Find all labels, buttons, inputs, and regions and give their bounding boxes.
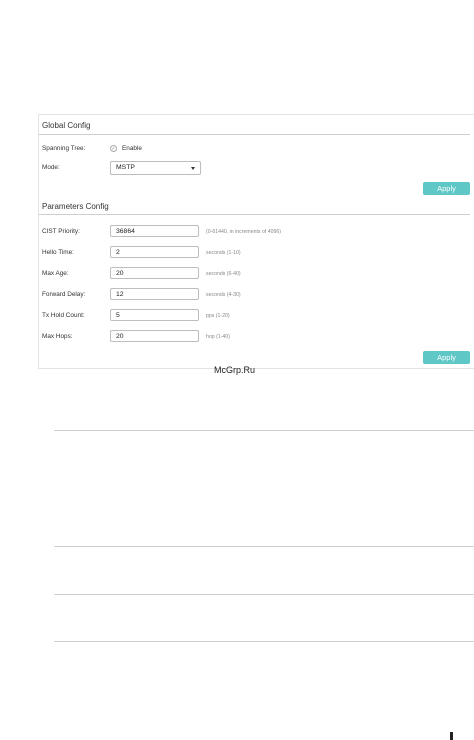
max-hops-label: Max Hops: (42, 333, 73, 340)
tx-hold-count-input[interactable] (110, 309, 199, 321)
page-corner-mark (450, 732, 453, 740)
max-age-field[interactable] (116, 268, 198, 279)
page-divider-4 (54, 641, 474, 642)
global-config-title: Global Config (42, 121, 91, 130)
hello-time-field[interactable] (116, 247, 198, 258)
global-config-divider (39, 134, 470, 135)
parameters-apply-button[interactable]: Apply (423, 351, 470, 364)
spanning-tree-label: Spanning Tree: (42, 145, 86, 152)
parameters-config-divider (39, 214, 470, 215)
forward-delay-input[interactable] (110, 288, 199, 300)
check-icon: ✓ (111, 145, 116, 152)
watermark: McGrp.Ru (214, 365, 256, 375)
cist-priority-label: CIST Priority: (42, 228, 80, 235)
cist-priority-field[interactable] (116, 226, 198, 237)
max-age-input[interactable] (110, 267, 199, 279)
mode-select-value: MSTP (116, 164, 135, 171)
forward-delay-hint: seconds (4-30) (206, 292, 241, 298)
forward-delay-field[interactable] (116, 289, 198, 300)
cist-priority-input[interactable] (110, 225, 199, 237)
max-age-hint: seconds (6-40) (206, 271, 241, 277)
page-divider-3 (54, 594, 474, 595)
page-divider-1 (54, 430, 474, 431)
parameters-config-title: Parameters Config (42, 202, 109, 211)
max-hops-hint: hop (1-40) (206, 334, 230, 340)
mode-select[interactable]: MSTP (110, 161, 201, 175)
config-panel (38, 114, 474, 369)
page-divider-2 (54, 546, 474, 547)
chevron-down-icon (191, 167, 195, 170)
max-hops-field[interactable] (116, 331, 198, 342)
hello-time-label: Hello Time: (42, 249, 74, 256)
tx-hold-count-label: Tx Hold Count: (42, 312, 85, 319)
enable-label: Enable (122, 145, 142, 152)
global-apply-button[interactable]: Apply (423, 182, 470, 195)
max-age-label: Max Age: (42, 270, 69, 277)
hello-time-hint: seconds (1-10) (206, 250, 241, 256)
hello-time-input[interactable] (110, 246, 199, 258)
max-hops-input[interactable] (110, 330, 199, 342)
mode-label: Mode: (42, 164, 60, 171)
forward-delay-label: Forward Delay: (42, 291, 86, 298)
tx-hold-count-field[interactable] (116, 310, 198, 321)
cist-priority-hint: (0-61440, in increments of 4096) (206, 229, 281, 235)
tx-hold-count-hint: pps (1-20) (206, 313, 230, 319)
spanning-tree-enable-checkbox[interactable]: ✓ (110, 145, 117, 152)
